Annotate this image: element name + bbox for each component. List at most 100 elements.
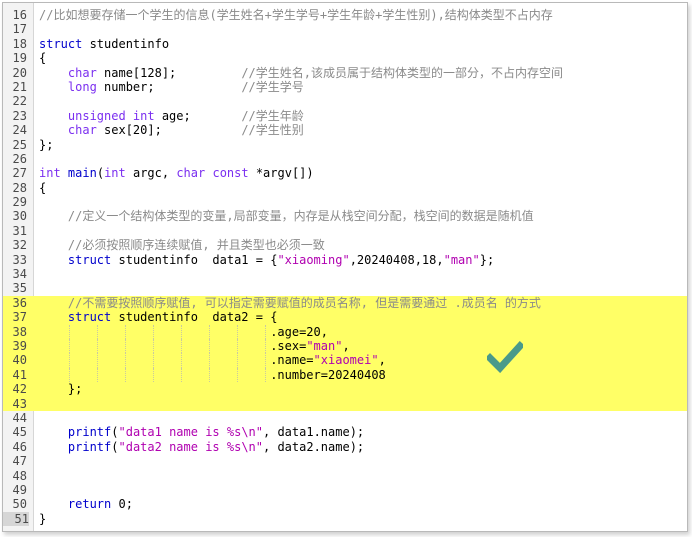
code-line[interactable]: 24 char sex[20]; //学生性别: [3, 123, 687, 137]
code-token: return: [67, 497, 112, 512]
code-line[interactable]: 49: [3, 483, 687, 497]
code-token: printf: [67, 425, 112, 440]
line-number: 47: [12, 454, 27, 469]
code-area[interactable]: 16 //比如想要存储一个学生的信息(学生姓名+学生学号+学生年龄+学生性别),结…: [3, 8, 687, 527]
code-token: age;: [154, 108, 242, 123]
line-number: 35: [12, 281, 27, 296]
code-token: studentinfo data2 = {: [111, 310, 278, 325]
code-token: {: [39, 51, 47, 66]
code-line[interactable]: 46 printf("data2 name is %s\n", data2.na…: [3, 440, 687, 454]
line-number: 49: [12, 482, 27, 497]
code-line[interactable]: 40 .name="xiaomei",: [3, 353, 687, 368]
code-token: studentinfo: [82, 36, 170, 51]
indent-guide: [153, 367, 154, 383]
indent-guide: [181, 338, 182, 354]
code-line[interactable]: 26: [3, 152, 687, 166]
code-line[interactable]: 29: [3, 195, 687, 209]
code-line[interactable]: 23 unsigned int age; //学生年龄: [3, 109, 687, 123]
code-token: struct: [67, 310, 112, 325]
code-line[interactable]: 27 int main(int argc, char const *argv[]): [3, 166, 687, 180]
code-line[interactable]: 48: [3, 469, 687, 483]
line-number: 19: [12, 51, 27, 66]
indent-guide: [69, 367, 70, 383]
indent-guide: [153, 324, 154, 339]
code-token: ,: [342, 338, 350, 353]
code-token: .sex=: [39, 338, 307, 353]
code-line[interactable]: 17: [3, 22, 687, 36]
code-token: }: [39, 511, 47, 526]
code-line[interactable]: 32 //必须按照顺序连续赋值, 并且类型也必须一致: [3, 238, 687, 252]
code-line[interactable]: 22: [3, 94, 687, 108]
code-token: , data2.name);: [263, 439, 365, 454]
code-line[interactable]: 39 .sex="man",: [3, 338, 687, 354]
code-line[interactable]: 50 return 0;: [3, 497, 687, 511]
code-line[interactable]: 19 {: [3, 51, 687, 65]
line-number: 51: [3, 511, 29, 527]
line-number: 17: [12, 22, 27, 37]
indent-guide: [237, 367, 238, 383]
indent-guide: [181, 367, 182, 383]
code-line[interactable]: 30 //定义一个结构体类型的变量,局部变量，内存是从栈空间分配，栈空间的数据是…: [3, 209, 687, 223]
line-number: 36: [3, 295, 27, 311]
code-line[interactable]: 45 printf("data1 name is %s\n", data1.na…: [3, 425, 687, 439]
code-line[interactable]: 47: [3, 454, 687, 468]
code-text: long number; //学生学号: [39, 80, 304, 94]
code-text: struct studentinfo: [39, 37, 169, 51]
code-token: (: [96, 166, 105, 181]
code-line[interactable]: 31: [3, 224, 687, 238]
code-token: name[128];: [96, 65, 242, 80]
code-token: //定义一个结构体类型的变量,局部变量，内存是从栈空间分配，栈空间的数据是随机值: [67, 209, 534, 224]
indent-guide: [97, 367, 98, 383]
code-line[interactable]: 43: [3, 396, 687, 411]
indent-guide: [181, 324, 182, 339]
code-line[interactable]: 21 long number; //学生学号: [3, 80, 687, 94]
code-line[interactable]: 16 //比如想要存储一个学生的信息(学生姓名+学生学号+学生年龄+学生性别),结…: [3, 8, 687, 22]
code-line[interactable]: 37 struct studentinfo data2 = {: [3, 310, 687, 325]
code-text: //定义一个结构体类型的变量,局部变量，内存是从栈空间分配，栈空间的数据是随机值: [39, 209, 534, 223]
code-line[interactable]: 34: [3, 267, 687, 281]
indent-guide: [153, 353, 154, 368]
code-line[interactable]: 41 .number=20240408: [3, 367, 687, 383]
code-token: //不需要按照顺序赋值, 可以指定需要赋值的成员名称, 但是需要通过 .成员名 …: [67, 295, 541, 310]
code-token: const: [212, 166, 249, 181]
code-token: , data1.name);: [263, 425, 365, 440]
code-line[interactable]: 36 //不需要按照顺序赋值, 可以指定需要赋值的成员名称, 但是需要通过 .成…: [3, 295, 687, 311]
indent-guide: [237, 353, 238, 368]
code-token: 0;: [111, 497, 133, 512]
code-line[interactable]: 20 char name[128]; //学生姓名,该成员属于结构体类型的一部分…: [3, 66, 687, 80]
code-text: printf("data1 name is %s\n", data1.name)…: [39, 425, 364, 439]
line-number: 38: [3, 324, 27, 339]
code-token: long: [67, 79, 97, 94]
code-token: char: [67, 65, 97, 80]
code-text: {: [39, 181, 46, 195]
code-line[interactable]: 42 };: [3, 382, 687, 397]
code-editor-frame: 16 //比如想要存储一个学生的信息(学生姓名+学生学号+学生年龄+学生性别),结…: [2, 2, 688, 532]
code-line[interactable]: 33 struct studentinfo data1 = {"xiaoming…: [3, 253, 687, 267]
line-number: 34: [12, 267, 27, 282]
code-line[interactable]: 38 .age=20,: [3, 324, 687, 339]
code-token: //学生学号: [241, 79, 304, 94]
line-number: 33: [12, 252, 27, 267]
code-token: ,20240408,18,: [349, 252, 444, 267]
code-line[interactable]: 35: [3, 281, 687, 295]
code-token: {: [39, 180, 47, 195]
indent-guide: [97, 353, 98, 368]
line-number: 20: [12, 65, 27, 80]
code-text: .age=20,: [39, 325, 328, 339]
code-text: {: [39, 51, 46, 65]
code-line[interactable]: 51}: [3, 511, 687, 527]
code-line[interactable]: 44: [3, 411, 687, 425]
line-number: 25: [12, 137, 27, 152]
indent-guide: [265, 367, 266, 383]
code-line[interactable]: 25};: [3, 138, 687, 152]
code-line[interactable]: 28 {: [3, 181, 687, 195]
indent-guide: [153, 338, 154, 354]
checkmark-path: [487, 341, 523, 373]
code-text: struct studentinfo data1 = {"xiaoming",2…: [39, 253, 494, 267]
indent-guide: [125, 338, 126, 354]
code-line[interactable]: 18 struct studentinfo: [3, 37, 687, 51]
